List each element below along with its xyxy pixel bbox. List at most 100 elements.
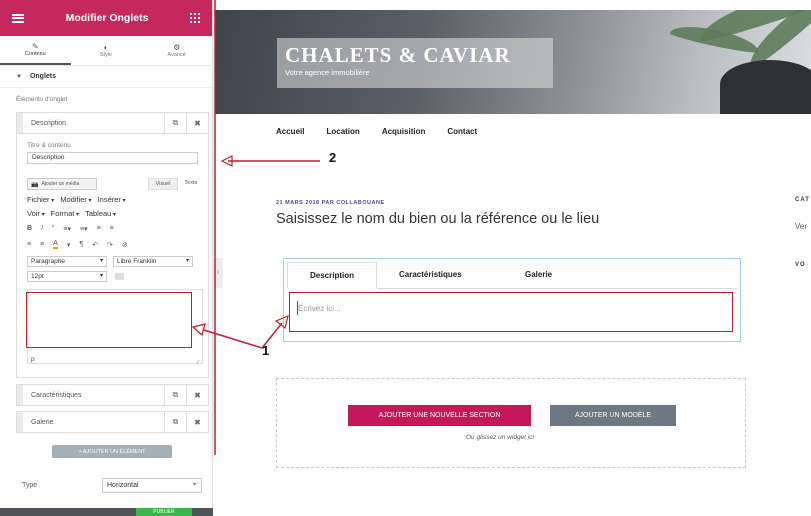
site-title[interactable]: CHALETS & CAVIAR — [285, 43, 511, 68]
paragraph-select-value: Paragraphe — [31, 258, 65, 265]
editor-menubar-2: Voir Format Tableau — [27, 209, 116, 218]
panel-tabs: ✎ Contenu ◐ Style ⚙ Avancé — [0, 36, 212, 66]
chevron-down-icon: ▾ — [192, 482, 196, 488]
site-tagline: Votre agence immobilière — [285, 68, 370, 77]
font-select[interactable]: Libre Franklin ▾ — [113, 256, 193, 267]
repeater-item-title[interactable]: Galerie — [23, 419, 164, 426]
title-field-label: Titre & contenu — [27, 142, 71, 149]
drop-hint: Ou glissez un widget ici — [466, 434, 534, 441]
resize-handle-icon[interactable]: ∕∕ — [197, 360, 199, 366]
sidebar-widget-link[interactable]: Ver — [795, 222, 807, 231]
repeater-item-galerie: Galerie ⧉ ✖ — [16, 411, 209, 433]
title-field[interactable]: Description — [27, 152, 198, 164]
header-banner: CHALETS & CAVIAR Votre agence immobilièr… — [215, 10, 811, 114]
close-icon[interactable]: ✖ — [186, 412, 208, 432]
dropdown-icon[interactable]: ▾ — [67, 241, 71, 249]
caret-down-icon: ▼ — [16, 73, 22, 80]
add-media-label: Ajouter un média — [41, 181, 80, 187]
contrast-icon: ◐ — [103, 43, 109, 52]
tab-visual[interactable]: Visuel — [148, 178, 178, 190]
annotation-two: 2 — [329, 150, 337, 165]
bullet-list-icon[interactable]: ≡▾ — [63, 225, 71, 233]
text-color-icon[interactable]: A — [53, 240, 58, 249]
duplicate-icon[interactable]: ⧉ — [164, 113, 186, 133]
widget-tab-caracteristiques[interactable]: Caractéristiques — [399, 262, 462, 288]
tab-content-label: Contenu — [24, 51, 46, 57]
align-right-icon[interactable]: ≡ — [27, 241, 31, 248]
tab-style[interactable]: ◐ Style — [71, 36, 142, 65]
menu-insert[interactable]: Insérer — [98, 195, 126, 204]
repeater-item-title[interactable]: Description — [23, 120, 164, 127]
menu-file[interactable]: Fichier — [27, 195, 54, 204]
repeater-item-title[interactable]: Caractéristiques — [23, 392, 164, 399]
undo-icon[interactable]: ↶ — [92, 241, 98, 249]
close-icon[interactable]: ✖ — [186, 385, 208, 405]
eraser-icon[interactable]: ⊘ — [122, 241, 128, 249]
align-justify-icon[interactable]: ≡ — [40, 241, 44, 248]
align-center-icon[interactable]: ≡ — [110, 225, 114, 233]
hamburger-menu-icon[interactable] — [12, 13, 24, 23]
add-media-button[interactable]: 📷 Ajouter un média — [27, 178, 97, 190]
bold-icon[interactable]: B — [27, 225, 32, 233]
quote-icon[interactable]: “ — [52, 225, 54, 233]
tab-style-label: Style — [99, 52, 113, 58]
align-left-icon[interactable]: ≡ — [97, 225, 101, 233]
section-toggle-onglets[interactable]: ▼ Onglets — [0, 66, 212, 88]
tab-content[interactable]: ✎ Contenu — [0, 36, 71, 65]
nav-location[interactable]: Location — [326, 127, 359, 136]
menu-view[interactable]: Voir — [27, 209, 45, 218]
tab-advanced[interactable]: ⚙ Avancé — [141, 36, 212, 65]
sidebar-title: Modifier Onglets — [65, 12, 149, 24]
sidebar-widget-title-2: VO — [795, 262, 806, 268]
duplicate-icon[interactable]: ⧉ — [164, 385, 186, 405]
add-item-button[interactable]: + AJOUTER UN ÉLÉMENT — [52, 445, 172, 458]
main-nav: Accueil Location Acquisition Contact — [276, 127, 477, 136]
nav-contact[interactable]: Contact — [447, 127, 477, 136]
highlight-editor-area — [26, 292, 192, 348]
type-select-value: Horizontal — [107, 482, 139, 489]
status-path: p — [31, 356, 35, 363]
nav-acquisition[interactable]: Acquisition — [382, 127, 426, 136]
post-title[interactable]: Saisissez le nom du bien ou la référence… — [276, 211, 599, 227]
menu-format[interactable]: Format — [51, 209, 79, 218]
annotation-one: 1 — [262, 343, 270, 358]
sidebar-header: Modifier Onglets — [0, 0, 212, 36]
widget-tab-description[interactable]: Description — [287, 262, 377, 288]
close-icon[interactable]: ✖ — [186, 113, 208, 133]
size-select[interactable]: 12pt ▾ — [27, 271, 107, 282]
redo-icon[interactable]: ↷ — [107, 241, 113, 249]
nav-accueil[interactable]: Accueil — [276, 127, 304, 136]
paragraph-select[interactable]: Paragraphe ▾ — [27, 256, 107, 267]
italic-icon[interactable]: I — [41, 225, 43, 233]
media-icon: 📷 — [31, 181, 39, 188]
tabs-widget-headers: Description Caractéristiques Galerie — [287, 262, 737, 288]
table-icon[interactable] — [115, 273, 124, 280]
repeater-item-description: Description ⧉ ✖ — [16, 112, 209, 134]
publish-button[interactable]: PUBLIER — [136, 508, 192, 516]
formatting-toolbar: B I “ ≡▾ ≡▾ ≡ ≡ — [27, 225, 198, 233]
menu-table[interactable]: Tableau — [85, 209, 116, 218]
tab-underline — [377, 288, 737, 289]
widget-tab-galerie[interactable]: Galerie — [525, 262, 552, 288]
duplicate-icon[interactable]: ⧉ — [164, 412, 186, 432]
add-template-button[interactable]: AJOUTER UN MODÈLE — [550, 405, 676, 426]
menu-edit[interactable]: Modifier — [60, 195, 91, 204]
post-meta: 21 MARS 2018 PAR COLLABOUANE — [276, 200, 385, 206]
formatting-toolbar-2: ≡ ≡ A ▾ ¶ ↶ ↷ ⊘ — [27, 240, 198, 249]
sidebar-widget-title: CAT — [795, 197, 810, 203]
add-new-section-button[interactable]: AJOUTER UNE NOUVELLE SECTION — [348, 405, 531, 426]
highlight-tab-content — [289, 292, 733, 332]
items-label: Éléments d'onglet — [16, 96, 68, 103]
pilcrow-icon[interactable]: ¶ — [79, 241, 83, 248]
pencil-icon: ✎ — [31, 42, 39, 51]
font-select-value: Libre Franklin — [117, 258, 157, 265]
numbered-list-icon[interactable]: ≡▾ — [80, 225, 88, 233]
section-title: Onglets — [29, 73, 57, 80]
type-select[interactable]: Horizontal ▾ — [102, 478, 202, 493]
widgets-grid-icon[interactable] — [190, 13, 200, 23]
collapse-panel-icon[interactable]: ‹ — [213, 258, 223, 288]
tab-text[interactable]: Texte — [180, 178, 202, 190]
plant-pot — [720, 60, 811, 114]
chevron-down-icon: ▾ — [99, 273, 103, 279]
chevron-down-icon: ▾ — [99, 258, 103, 264]
